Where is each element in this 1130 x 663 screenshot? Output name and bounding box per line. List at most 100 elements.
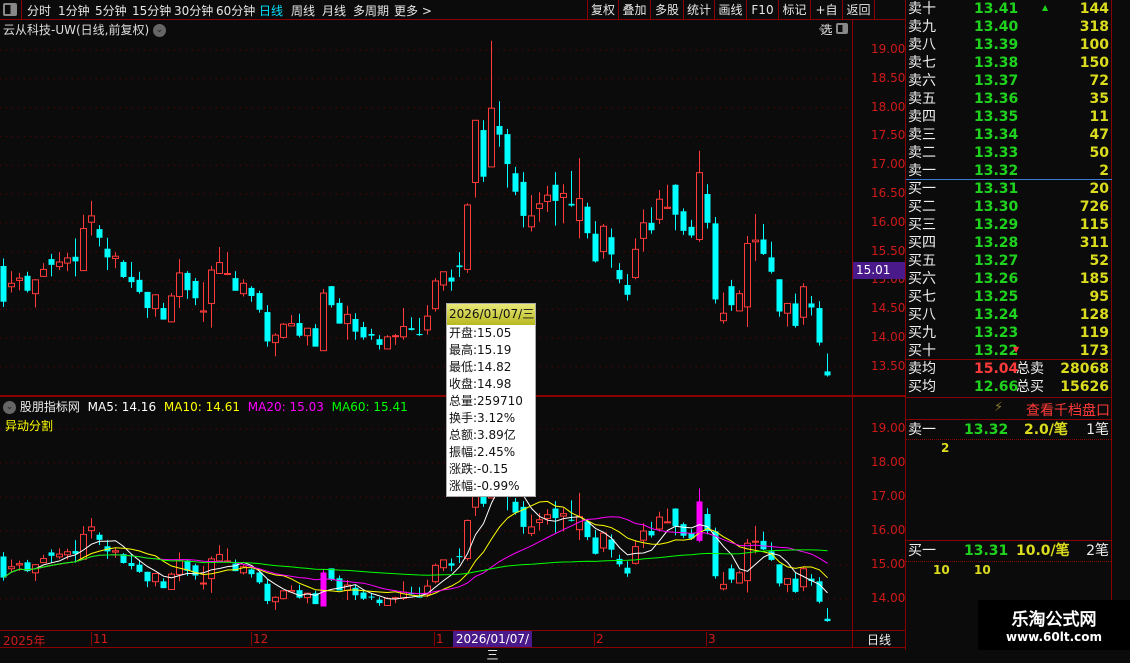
bid-level-row[interactable]: 买八 13.24 128 [906,306,1113,324]
main-candle-body-down [552,184,559,201]
date-label: 12 [251,632,269,646]
price-axis-label: 19.00 [871,42,906,56]
main-candle-body-up [168,295,175,323]
tooltip-row: 最低:14.82 [449,360,512,374]
main-candle-body-up [304,327,311,337]
main-candle-body-down [704,194,711,223]
depth-view-link[interactable]: 查看千档盘口 [1026,400,1110,420]
indicator-axis-label: 16.00 [871,523,906,537]
indicator-candle-body-down [760,540,767,550]
indicator-candle-body-down [448,563,455,566]
ask-level-row[interactable]: 卖十 13.41 144 [906,0,1113,18]
level-label: 卖十 [908,1,936,17]
level-price: 13.25 [974,289,1019,305]
level-volume: 311 [1079,235,1109,251]
level-price: 13.35 [974,109,1019,125]
ask-level-row[interactable]: 卖一 13.32 2 [906,162,1113,180]
ask-level-row[interactable]: 卖八 13.39 100 [906,36,1113,54]
bid-level-row[interactable]: 买四 13.28 311 [906,234,1113,252]
main-candle-body-up [536,203,543,209]
bid-level-row[interactable]: 买七 13.25 95 [906,288,1113,306]
bid-level-row[interactable]: 买九 13.23 119 [906,324,1113,342]
level-label: 卖二 [908,145,936,161]
main-candle-body-down [776,279,783,312]
level-price: 13.23 [974,325,1019,341]
bid-level-row[interactable]: 买六 13.26 185 [906,270,1113,288]
bid-level-row[interactable]: 买二 13.30 726 [906,198,1113,216]
bid-level-row[interactable]: 买十 13.22 173 [906,342,1113,360]
indicator-candle-body-up [64,551,71,556]
main-candle-body-down [24,275,31,291]
level-volume: 726 [1079,199,1109,215]
level-volume: 72 [1089,73,1109,89]
indicator-candle-body-down [0,556,7,578]
bid-level-row[interactable]: 买一 13.31 20 [906,180,1113,198]
main-candle-body-up [280,323,287,338]
ask-level-row[interactable]: 卖六 13.37 72 [906,72,1113,90]
candlestick-chart[interactable] [0,0,852,630]
order-size: 2 [941,441,950,455]
main-candle-body-down [160,308,167,320]
order-size: 10 [974,563,991,577]
indicator-name[interactable]: 股朋指标网 [20,400,80,414]
main-candle-body-up [176,272,183,298]
indicator-candle-body-down [416,596,423,598]
price-axis-label: 14.00 [871,330,906,344]
indicator-axis-label: 15.00 [871,557,906,571]
main-candle-body-down [408,328,415,330]
chevron-down-icon[interactable]: ⌄ [3,401,16,414]
ma10-line [3,500,828,597]
ask-level-row[interactable]: 卖九 13.40 318 [906,18,1113,36]
price-axis-label: 18.50 [871,70,906,85]
main-candle-body-down [688,226,695,236]
ask-level-row[interactable]: 卖三 13.34 47 [906,126,1113,144]
ma5-label: MA5: 14.16 [87,400,157,414]
main-candle-body-down [0,266,7,302]
main-candle-body-down [128,276,135,283]
level-price: 13.28 [974,235,1019,251]
main-candle-body-up [200,310,207,313]
indicator-candle-body-up [384,597,391,606]
level-volume: 47 [1089,127,1109,143]
main-candle-body-up [640,222,647,239]
indicator-candle-body-up [784,578,791,585]
main-candle-body-down [360,327,367,338]
main-candle-body-up [664,206,671,209]
level-volume: 11 [1089,109,1109,125]
ask-level-row[interactable]: 卖四 13.35 11 [906,108,1113,126]
level-label: 买十 [908,343,936,359]
main-candle-body-up [400,325,407,338]
bid-level-row[interactable]: 买五 13.27 52 [906,252,1113,270]
main-candle-body-up [696,172,703,241]
main-candle-body-down [728,286,735,306]
date-label: 2025年 [3,634,46,648]
main-candle-body-down [448,277,455,282]
ask-level-row[interactable]: 卖七 13.38 150 [906,54,1113,72]
main-candle-body-up [544,194,551,202]
level-label: 买九 [908,325,936,341]
main-candle-body-up [88,215,95,223]
ask-level-row[interactable]: 卖五 13.36 35 [906,90,1113,108]
ask-level-row[interactable]: 卖二 13.33 50 [906,144,1113,162]
bid-level-row[interactable]: 买三 13.29 115 [906,216,1113,234]
side-panel-edge[interactable] [1112,0,1130,650]
indicator-candle-body-down [776,564,783,584]
main-candle-body-down [136,279,143,292]
level-label: 买三 [908,217,936,233]
main-candle-body-up [432,280,439,310]
indicator-axis-label: 18.00 [871,455,906,469]
tooltip-row: 总额:3.89亿 [449,428,516,442]
main-candle-body-down [616,270,623,280]
indicator-candle-body-up [272,596,279,603]
level-label: 买六 [908,271,936,287]
main-candle-body-down [592,233,599,262]
indicator-candle-body-up [112,550,119,553]
level-price: 13.34 [974,127,1019,143]
date-label: 3 [706,632,716,646]
indicator-candle-body-down [824,618,831,622]
level-label: 买五 [908,253,936,269]
main-candle-body-down [232,278,239,291]
main-candle-body-up [8,282,15,288]
level-price: 13.26 [974,271,1019,287]
indicator-candle-body-down [256,572,263,583]
